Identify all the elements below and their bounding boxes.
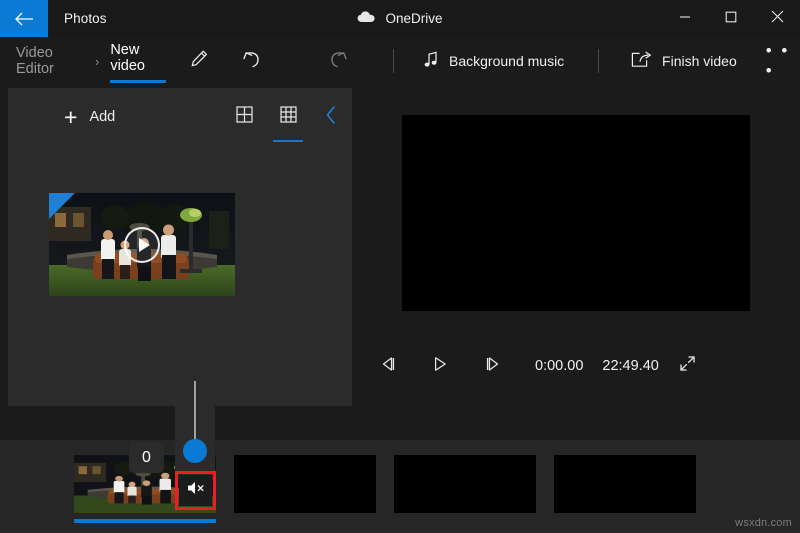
selected-corner-triangle xyxy=(49,193,75,219)
project-library-panel: + Add xyxy=(8,88,352,406)
storyboard-timeline xyxy=(0,440,800,533)
app-title: Photos xyxy=(64,11,107,26)
view-large-grid-button[interactable] xyxy=(272,101,304,133)
view-toggle-group xyxy=(228,88,344,146)
next-frame-icon xyxy=(484,356,502,377)
library-video-thumbnail[interactable] xyxy=(49,193,235,296)
fullscreen-expand-icon xyxy=(679,355,696,377)
breadcrumb-separator: › xyxy=(95,54,99,69)
title-bar: Photos OneDrive xyxy=(0,0,800,37)
pencil-icon xyxy=(190,49,209,73)
finish-video-label: Finish video xyxy=(662,53,737,69)
play-button[interactable] xyxy=(421,349,459,383)
onedrive-cloud-icon xyxy=(357,10,376,28)
window-controls xyxy=(662,0,800,37)
undo-icon xyxy=(240,49,262,74)
chevron-left-icon xyxy=(325,105,337,130)
play-triangle xyxy=(139,238,150,252)
volume-value-tooltip: 0 xyxy=(129,442,164,473)
preview-video-surface[interactable] xyxy=(402,115,750,311)
breadcrumb-video-editor[interactable]: Video Editor xyxy=(14,43,83,79)
background-music-button[interactable]: Background music xyxy=(411,41,577,81)
total-timecode: 22:49.40 xyxy=(602,358,658,374)
command-divider-2 xyxy=(598,49,599,73)
rename-button[interactable] xyxy=(180,41,218,81)
play-icon xyxy=(432,356,448,377)
more-options-button[interactable]: • • • xyxy=(766,41,800,81)
maximize-icon xyxy=(725,10,737,28)
breadcrumb-new-video[interactable]: New video xyxy=(110,42,166,81)
plus-icon: + xyxy=(64,106,77,129)
volume-slider-popup[interactable] xyxy=(175,372,215,480)
add-button[interactable]: + Add xyxy=(56,100,123,135)
share-export-icon xyxy=(631,51,652,71)
redo-button[interactable] xyxy=(321,41,359,81)
view-small-grid-button[interactable] xyxy=(228,101,260,133)
play-circle-icon[interactable] xyxy=(124,227,160,263)
timeline-clip-3[interactable] xyxy=(394,455,536,513)
library-toolbar: + Add xyxy=(8,88,352,146)
minimize-button[interactable] xyxy=(662,0,708,37)
watermark-text: wsxdn.com xyxy=(735,517,792,529)
breadcrumb: Video Editor › New video xyxy=(14,42,166,81)
minimize-icon xyxy=(679,10,691,28)
grid-2x2-icon xyxy=(236,106,253,128)
onedrive-label: OneDrive xyxy=(385,11,442,26)
current-timecode: 0:00.00 xyxy=(535,358,583,374)
back-button[interactable] xyxy=(0,0,48,37)
close-icon xyxy=(771,10,784,28)
mute-button[interactable] xyxy=(179,475,212,506)
timeline-clip-4[interactable] xyxy=(554,455,696,513)
previous-frame-icon xyxy=(379,356,397,377)
command-divider-1 xyxy=(393,49,394,73)
arrow-left-icon xyxy=(14,12,34,26)
preview-panel: 0:00.00 22:49.40 xyxy=(360,88,792,406)
video-editor-window: Photos OneDrive xyxy=(0,0,800,533)
volume-slider-handle[interactable] xyxy=(183,439,207,463)
redo-icon xyxy=(328,49,350,74)
maximize-button[interactable] xyxy=(708,0,754,37)
music-note-icon xyxy=(424,51,439,71)
undo-button[interactable] xyxy=(232,41,270,81)
collapse-panel-button[interactable] xyxy=(318,101,344,133)
next-frame-button[interactable] xyxy=(474,349,512,383)
previous-frame-button[interactable] xyxy=(369,349,407,383)
grid-3x3-icon xyxy=(280,106,297,128)
timeline-clip-2[interactable] xyxy=(234,455,376,513)
finish-video-button[interactable]: Finish video xyxy=(618,41,750,81)
fullscreen-button[interactable] xyxy=(669,349,707,383)
background-music-label: Background music xyxy=(449,53,564,69)
selected-clip-indicator xyxy=(74,519,216,523)
command-bar: Video Editor › New video xyxy=(0,37,800,85)
speaker-mute-icon xyxy=(186,480,206,501)
player-controls: 0:00.00 22:49.40 xyxy=(360,346,792,386)
close-button[interactable] xyxy=(754,0,800,37)
add-label: Add xyxy=(89,109,115,125)
